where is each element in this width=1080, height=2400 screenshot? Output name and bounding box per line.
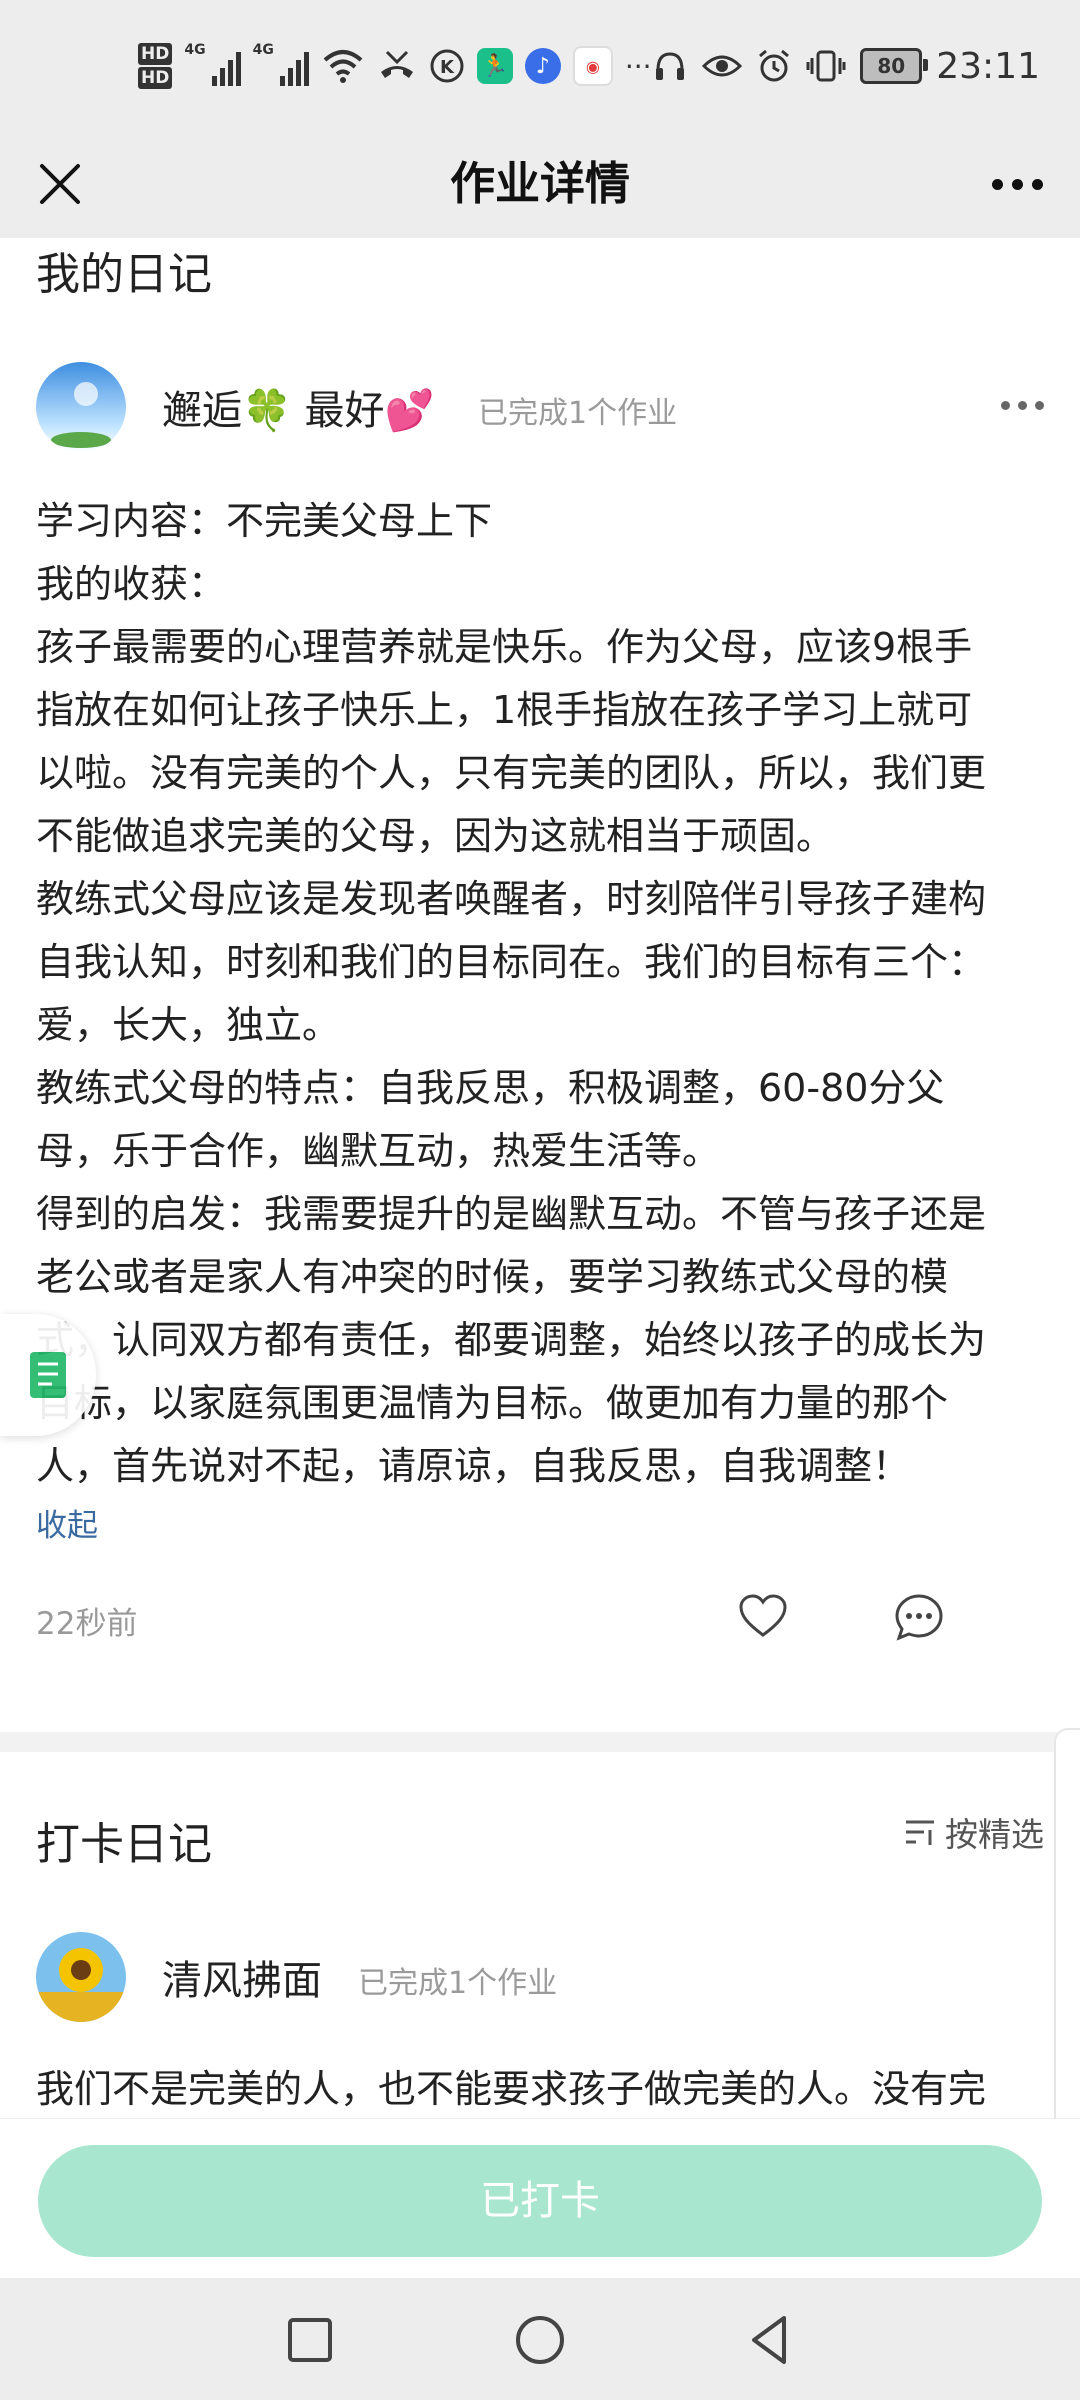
post-line: 学习内容：不完美父母上下: [36, 499, 493, 543]
post-line: 得到的启发：我需要提升的是幽默互动。不管与孩子还是: [36, 1192, 987, 1236]
back-icon[interactable]: [740, 2310, 800, 2370]
k-app-icon: K: [430, 49, 464, 83]
post-line: 母，乐于合作，幽默互动，热爱生活等。: [36, 1129, 721, 1173]
clock-time: 23:11: [936, 45, 1040, 87]
post-line: 孩子最需要的心理营养就是快乐。作为父母，应该9根手: [36, 625, 973, 669]
post-body: 学习内容：不完美父母上下 我的收获： 孩子最需要的心理营养就是快乐。作为父母，应…: [36, 490, 1056, 1498]
status-right: 80 23:11: [652, 36, 1040, 96]
like-icon[interactable]: [738, 1593, 788, 1639]
robot-app-icon: ◉: [572, 46, 613, 86]
document-icon: [30, 1352, 66, 1398]
post-more-icon[interactable]: [1001, 401, 1044, 410]
post-line: 人，首先说对不起，请原谅，自我反思，自我调整！: [36, 1444, 911, 1488]
avatar[interactable]: [36, 1932, 126, 2022]
more-notifications-icon: ···: [624, 49, 652, 83]
post-line: 不能做追求完美的父母，因为这就相当于顽固。: [36, 814, 835, 858]
bottom-action-bar: 已打卡: [0, 2118, 1080, 2279]
wifi-icon: [323, 50, 363, 83]
post-line: 教练式父母应该是发现者唤醒者，时刻陪伴引导孩子建构: [36, 877, 987, 921]
recent-apps-icon[interactable]: [280, 2310, 340, 2370]
page-title: 作业详情: [449, 157, 630, 210]
eye-icon: [702, 55, 743, 77]
post-line: 我的收获：: [36, 562, 227, 606]
post-line: 指放在如何让孩子快乐上，1根手指放在孩子学习上就可: [36, 688, 973, 732]
checked-in-button[interactable]: 已打卡: [38, 2145, 1042, 2257]
post-time: 22秒前: [36, 1606, 138, 1642]
headphones-icon: [656, 52, 685, 80]
filter-label: 按精选: [945, 1815, 1044, 1854]
post-line: 爱，长大，独立。: [36, 1003, 341, 1047]
post-line: 式，认同双方都有责任，都要调整，始终以孩子的成长为: [36, 1318, 987, 1362]
status-left: HD HD 4G 4G K 🏃 ♪ ◉ ···: [138, 36, 652, 96]
vibrate-icon: [806, 50, 846, 82]
svg-text:K: K: [440, 57, 455, 78]
post-line: 自我认知，时刻和我们的目标同在。我们的目标有三个：: [36, 940, 987, 984]
checkin-diary-title: 打卡日记: [36, 1819, 212, 1870]
home-icon[interactable]: [510, 2310, 570, 2370]
main-content: 我的日记 邂逅🍀 最好💕 已完成1个作业 学习内容：不完美父母上下 我的收获： …: [0, 238, 1080, 2118]
hd-label-1: HD: [138, 43, 173, 65]
signal-icon: [211, 46, 241, 86]
entry-preview-line: 我们不是完美的人，也不能要求孩子做完美的人。没有完: [36, 2067, 987, 2111]
system-navigation-bar: [0, 2278, 1080, 2400]
fitness-app-icon: 🏃: [476, 48, 513, 84]
network-label-2: 4G: [252, 42, 274, 58]
section-divider: [0, 1732, 1080, 1752]
post-line: 以啦。没有完美的个人，只有完美的团队，所以，我们更: [36, 751, 987, 795]
alarm-icon: [759, 49, 790, 82]
author-name[interactable]: 邂逅🍀 最好💕: [162, 378, 434, 436]
entry-preview: 我们不是完美的人，也不能要求孩子做完美的人。没有完: [36, 2058, 1056, 2118]
entry-author-badge: 已完成1个作业: [358, 1966, 558, 2001]
entry-author-name[interactable]: 清风拂面: [162, 1948, 322, 2006]
post-line: 老公或者是家人有冲突的时候，要学习教练式父母的模: [36, 1255, 949, 1299]
music-app-icon: ♪: [524, 48, 561, 84]
missed-call-icon: [380, 50, 413, 78]
collapse-link[interactable]: 收起: [36, 1500, 98, 1545]
avatar[interactable]: [36, 362, 126, 452]
status-bar: HD HD 4G 4G K 🏃 ♪ ◉ ··· 80 23:11: [0, 0, 1080, 130]
sort-icon: [906, 1820, 934, 1845]
comment-icon[interactable]: [894, 1593, 944, 1641]
my-diary-title: 我的日记: [36, 249, 212, 300]
author-badge: 已完成1个作业: [478, 396, 678, 431]
post-line: 教练式父母的特点：自我反思，积极调整，60-80分父: [36, 1066, 945, 1110]
title-bar: 作业详情: [0, 130, 1080, 238]
hd-label-2: HD: [138, 67, 173, 89]
signal-icon-2: [279, 46, 309, 86]
more-options-icon[interactable]: [982, 154, 1052, 214]
post-line: 目标，以家庭氛围更温情为目标。做更加有力量的那个: [36, 1381, 949, 1425]
network-label-1: 4G: [184, 42, 206, 58]
battery-icon: 80: [860, 48, 929, 84]
side-drawer-handle[interactable]: [1054, 1728, 1080, 2118]
hd-indicator: HD HD: [138, 42, 173, 90]
filter-button[interactable]: 按精选: [903, 1808, 1044, 1856]
